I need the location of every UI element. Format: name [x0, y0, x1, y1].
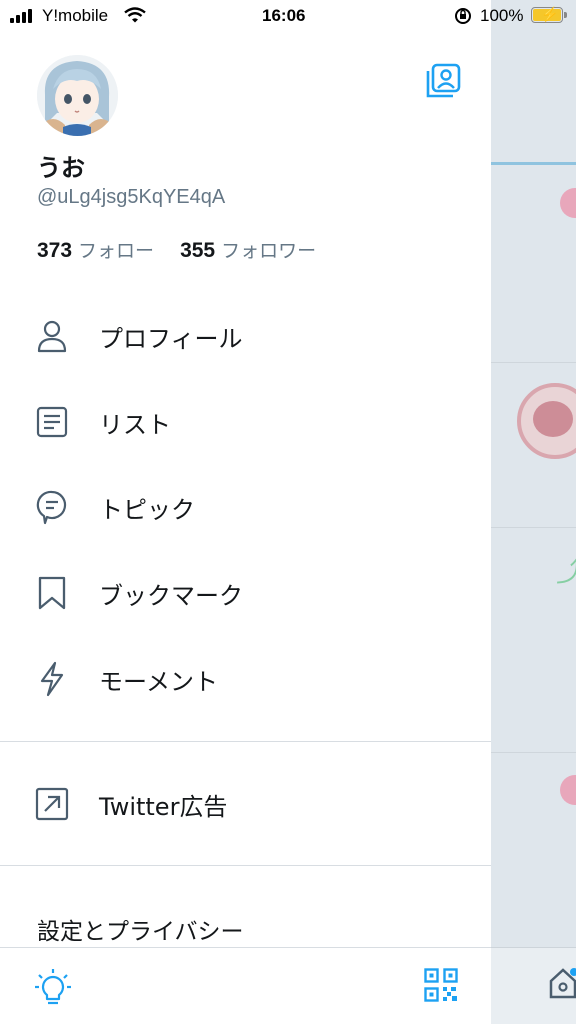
clock-time: 16:06 — [262, 6, 306, 25]
menu-item-profile[interactable]: プロフィール — [0, 301, 491, 371]
external-link-icon — [34, 786, 70, 822]
side-drawer: うお @uLg4jsg5KqYE4qA 373 フォロー 355 フォロワー プ… — [0, 0, 491, 1024]
following-label[interactable]: フォロー — [78, 236, 154, 263]
topic-bubble-icon — [34, 489, 70, 525]
timeline-divider — [491, 527, 576, 528]
person-icon — [34, 318, 70, 354]
battery-icon: ⚡ — [531, 6, 567, 23]
settings-and-privacy-link[interactable]: 設定とプライバシー — [37, 912, 244, 946]
timeline-retweet-icon: ⤴ — [556, 555, 576, 588]
qr-code-icon[interactable] — [424, 968, 458, 1002]
display-name[interactable]: うお — [37, 148, 85, 183]
bookmark-icon — [34, 575, 70, 611]
avatar[interactable] — [37, 55, 118, 136]
menu-item-moments[interactable]: モーメント — [0, 644, 491, 714]
list-icon — [34, 404, 70, 440]
home-icon — [549, 968, 576, 999]
carrier-label: Y!mobile — [42, 6, 109, 25]
drawer-bottom-bar — [0, 947, 491, 1024]
followers-count[interactable]: 355 — [180, 239, 215, 263]
menu-item-twitter-ads[interactable]: Twitter広告 — [0, 769, 491, 839]
orientation-lock-icon — [455, 8, 471, 24]
signal-icon — [10, 9, 32, 23]
status-bar: Y!mobile 16:06 100% ⚡ — [0, 0, 576, 32]
menu-item-label: Twitter広告 — [99, 792, 228, 821]
switch-account-icon[interactable] — [424, 62, 462, 100]
user-handle[interactable]: @uLg4jsg5KqYE4qA — [37, 186, 225, 209]
wifi-icon — [124, 7, 146, 23]
avatar-illustration — [37, 55, 118, 136]
timeline-divider — [491, 362, 576, 363]
following-count[interactable]: 373 — [37, 239, 72, 263]
menu-divider — [0, 865, 491, 866]
menu-item-bookmarks[interactable]: ブックマーク — [0, 558, 491, 628]
menu-divider — [0, 741, 491, 742]
menu-item-label: トピック — [99, 495, 195, 524]
menu-item-label: プロフィール — [99, 324, 243, 353]
menu-item-label: モーメント — [99, 667, 219, 696]
follow-stats: 373 フォロー 355 フォロワー — [37, 236, 316, 263]
lightning-icon — [34, 661, 70, 697]
menu-item-label: リスト — [99, 410, 171, 439]
lightbulb-icon[interactable] — [34, 968, 72, 1008]
battery-percent: 100% — [480, 6, 524, 25]
timeline-strip — [491, 0, 576, 1024]
menu-item-lists[interactable]: リスト — [0, 387, 491, 457]
menu-item-topics[interactable]: トピック — [0, 472, 491, 542]
followers-label[interactable]: フォロワー — [221, 236, 316, 263]
timeline-divider — [491, 752, 576, 753]
timeline-tab-indicator — [491, 162, 576, 165]
menu-item-label: ブックマーク — [99, 581, 243, 610]
